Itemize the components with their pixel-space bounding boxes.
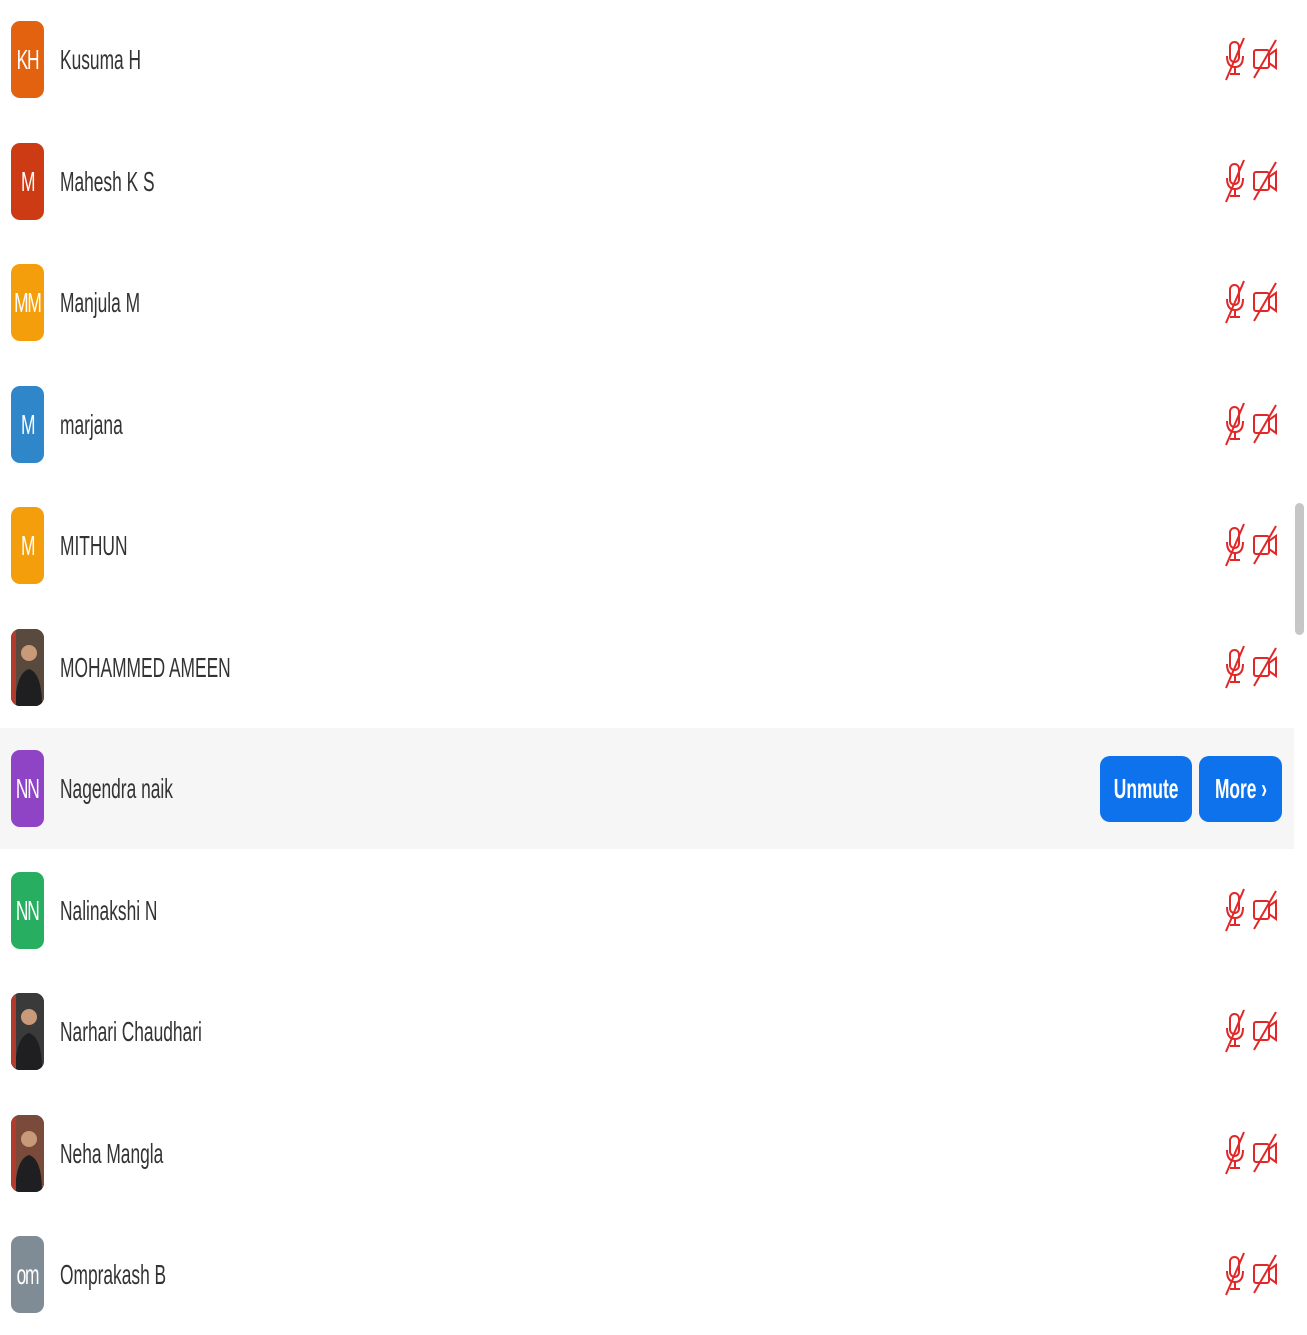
participant-name: Manjula M: [60, 287, 141, 318]
participant-status-icons: [1222, 1129, 1282, 1177]
avatar-initials: KH: [16, 43, 40, 75]
participant-status-icons: [1222, 278, 1282, 326]
participant-name: Kusuma H: [60, 44, 142, 75]
video-off-icon: [1253, 890, 1277, 930]
video-off-icon: [1253, 282, 1277, 322]
mic-muted-icon: [1225, 280, 1245, 324]
mic-muted-icon: [1225, 888, 1245, 932]
participant-name: Mahesh K S: [60, 166, 155, 197]
participant-status-icons: [1222, 643, 1282, 691]
participant-name: MOHAMMED AMEEN: [60, 652, 231, 683]
participant-name: Omprakash B: [60, 1259, 167, 1290]
unmute-button-label: Unmute: [1113, 773, 1179, 804]
participant-name: MITHUN: [60, 530, 128, 561]
avatar-initials: om: [16, 1258, 40, 1290]
avatar: M: [11, 507, 44, 584]
participant-row[interactable]: Narhari Chaudhari: [0, 971, 1294, 1092]
participant-row[interactable]: M Mahesh K S: [0, 121, 1294, 242]
participant-row[interactable]: M MITHUN: [0, 485, 1294, 606]
participant-name: marjana: [60, 409, 123, 440]
mic-muted-icon: [1225, 523, 1245, 567]
profile-photo: [11, 993, 44, 1070]
participant-row[interactable]: MOHAMMED AMEEN: [0, 607, 1294, 728]
participant-status-icons: [1222, 35, 1282, 83]
video-off-icon: [1253, 1133, 1277, 1173]
more-button[interactable]: More ›: [1199, 756, 1282, 822]
mic-muted-icon: [1225, 1009, 1245, 1053]
avatar-initials: NN: [16, 894, 40, 926]
participant-status-icons: [1222, 157, 1282, 205]
video-off-icon: [1253, 1011, 1277, 1051]
video-off-icon: [1253, 161, 1277, 201]
more-button-label: More ›: [1214, 773, 1267, 804]
participant-status-icons: [1222, 1007, 1282, 1055]
avatar-initials: MM: [14, 286, 42, 318]
avatar: M: [11, 143, 44, 220]
scrollbar-thumb[interactable]: [1295, 503, 1304, 635]
mic-muted-icon: [1225, 159, 1245, 203]
participant-status-icons: [1222, 886, 1282, 934]
avatar: NN: [11, 872, 44, 949]
avatar-initials: NN: [16, 772, 40, 804]
participant-row[interactable]: om Omprakash B: [0, 1214, 1294, 1335]
profile-photo: [11, 629, 44, 706]
avatar: [11, 629, 44, 706]
avatar: M: [11, 386, 44, 463]
unmute-button[interactable]: Unmute: [1100, 756, 1192, 822]
participant-row[interactable]: NN Nagendra naik Unmute More ›: [0, 728, 1294, 849]
participant-status-icons: [1222, 400, 1282, 448]
mic-muted-icon: [1225, 402, 1245, 446]
participant-status-icons: [1222, 521, 1282, 569]
avatar-initials: M: [20, 165, 35, 197]
avatar-initials: M: [20, 529, 35, 561]
scrollbar[interactable]: [1294, 0, 1307, 1332]
participant-row[interactable]: Mmarjana: [0, 364, 1294, 485]
avatar: om: [11, 1236, 44, 1313]
participant-row[interactable]: Neha Mangla: [0, 1093, 1294, 1214]
video-off-icon: [1253, 647, 1277, 687]
participant-row[interactable]: MM Manjula M: [0, 242, 1294, 363]
avatar: [11, 1115, 44, 1192]
participant-name: Narhari Chaudhari: [60, 1016, 202, 1047]
participant-name: Neha Mangla: [60, 1138, 164, 1169]
participant-name: Nagendra naik: [60, 773, 173, 804]
mic-muted-icon: [1225, 1131, 1245, 1175]
video-off-icon: [1253, 1254, 1277, 1294]
avatar: MM: [11, 264, 44, 341]
avatar: KH: [11, 21, 44, 98]
mic-muted-icon: [1225, 37, 1245, 81]
profile-photo: [11, 1115, 44, 1192]
mic-muted-icon: [1225, 1252, 1245, 1296]
participant-name: Nalinakshi N: [60, 895, 158, 926]
participant-row[interactable]: KH Kusuma H: [0, 0, 1294, 120]
video-off-icon: [1253, 404, 1277, 444]
video-off-icon: [1253, 39, 1277, 79]
avatar-initials: M: [20, 408, 35, 440]
avatar: NN: [11, 750, 44, 827]
participant-row[interactable]: NN Nalinakshi N: [0, 850, 1294, 971]
participant-status-icons: [1222, 1250, 1282, 1298]
mic-muted-icon: [1225, 645, 1245, 689]
avatar: [11, 993, 44, 1070]
video-off-icon: [1253, 525, 1277, 565]
